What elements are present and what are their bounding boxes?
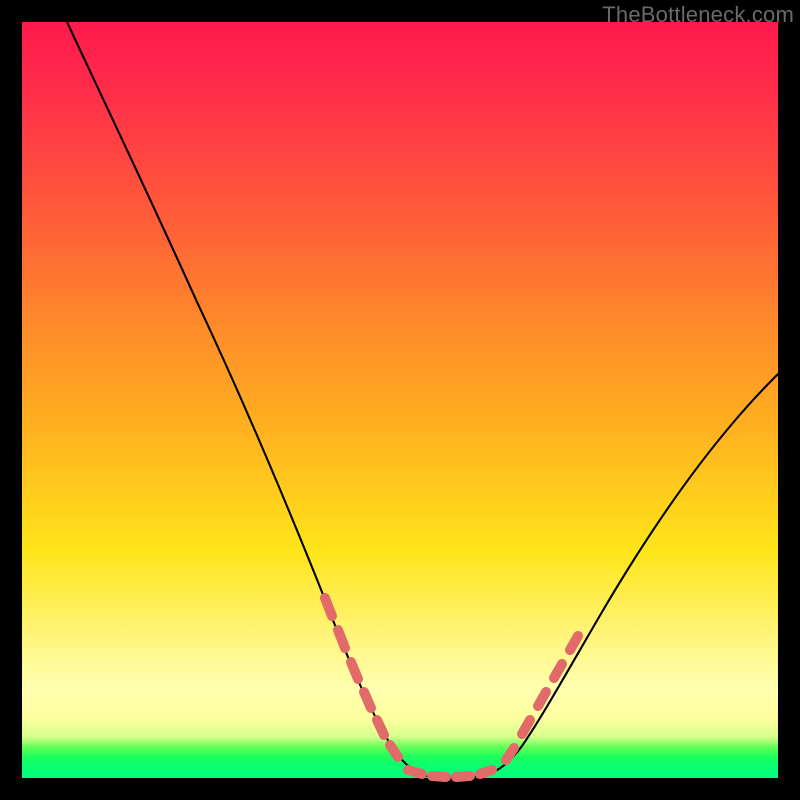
curve-svg — [22, 22, 778, 778]
dash-left — [325, 598, 398, 757]
dash-bottom — [408, 770, 492, 777]
watermark-text: TheBottleneck.com — [602, 2, 794, 28]
dash-right — [506, 636, 578, 760]
bottleneck-curve — [67, 22, 778, 778]
chart-frame: TheBottleneck.com — [0, 0, 800, 800]
plot-area — [22, 22, 778, 778]
